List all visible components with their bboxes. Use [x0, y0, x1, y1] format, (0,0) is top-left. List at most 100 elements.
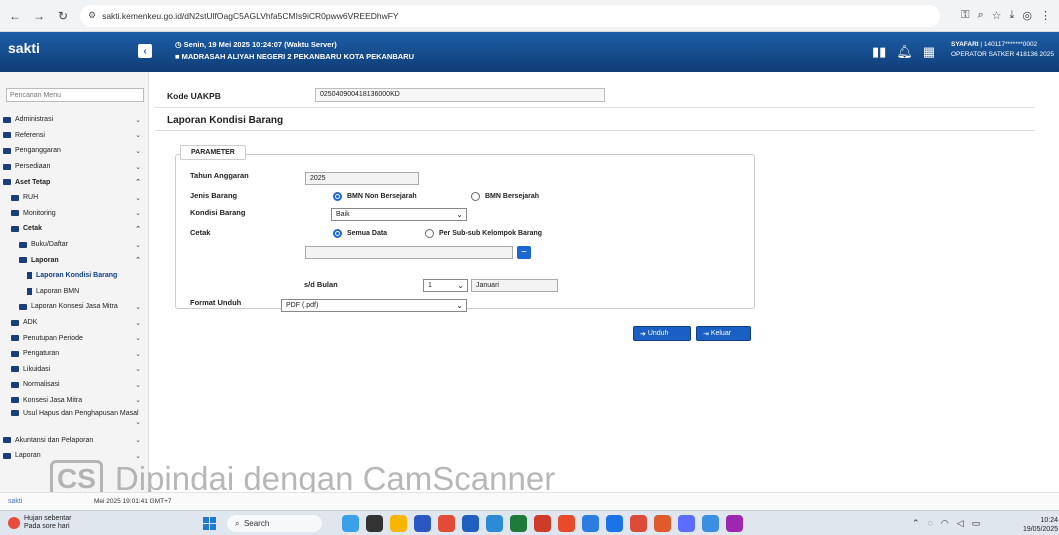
sidebar-item-label: Laporan	[15, 452, 41, 460]
system-tray: ⌃ ◌ ◠ ◁ ▭	[912, 518, 980, 529]
tray-chevron-icon[interactable]: ⌃	[912, 518, 920, 529]
folder-icon	[11, 210, 19, 217]
password-key-icon[interactable]: ⚿	[961, 9, 969, 22]
taskbar-app-icon[interactable]	[654, 515, 671, 532]
sidebar-item-label: Persediaan	[15, 163, 51, 171]
taskbar-app-icon[interactable]	[534, 515, 551, 532]
taskbar-app-icon[interactable]	[726, 515, 743, 532]
notification-bell-icon[interactable]: 🔔︎	[896, 44, 913, 60]
taskbar-app-icon[interactable]	[486, 515, 503, 532]
taskbar-app-icon[interactable]	[462, 515, 479, 532]
sidebar-collapse-button[interactable]: ‹	[138, 44, 152, 58]
sidebar-item[interactable]: Laporan BMN	[0, 284, 149, 300]
taskbar-app-icon[interactable]	[414, 515, 431, 532]
sidebar-item[interactable]: Usul Hapus dan Penghapusan Masal ⌄	[0, 408, 149, 432]
taskbar-app-icon[interactable]	[390, 515, 407, 532]
menu-search-input[interactable]	[6, 88, 144, 102]
chevron-down-icon: ⌄	[135, 303, 141, 311]
taskbar-apps	[342, 515, 743, 532]
download-icon[interactable]: ⤓	[1010, 9, 1015, 22]
chevron-down-icon: ⌄	[135, 319, 141, 327]
taskbar-app-icon[interactable]	[510, 515, 527, 532]
bulan-select[interactable]: 1 ⌄	[423, 279, 468, 292]
taskbar-app-icon[interactable]	[630, 515, 647, 532]
sidebar-item[interactable]: Konsesi Jasa Mitra ⌄	[0, 393, 149, 409]
taskbar-app-icon[interactable]	[606, 515, 623, 532]
kelompok-barang-field[interactable]	[305, 246, 513, 259]
taskbar-app-icon[interactable]	[558, 515, 575, 532]
keluar-button[interactable]: ⇥ Keluar	[696, 326, 751, 341]
sidebar-item[interactable]: Administrasi ⌄	[0, 112, 149, 128]
sidebar-item[interactable]: Persediaan ⌄	[0, 159, 149, 175]
sidebar-item[interactable]: Buku/Daftar ⌄	[0, 237, 149, 253]
sidebar-item-label: Aset Tetap	[15, 178, 51, 186]
user-info[interactable]: SYAFARI | 140117*******0002 OPERATOR SAT…	[951, 40, 1054, 60]
taskbar-app-icon[interactable]	[678, 515, 695, 532]
wifi-icon[interactable]: ◠	[941, 518, 949, 529]
taskbar-app-icon[interactable]	[366, 515, 383, 532]
sidebar-item[interactable]: Laporan ⌃	[0, 252, 149, 268]
sidebar-item-label: Usul Hapus dan Penghapusan Masal	[23, 410, 139, 418]
remove-kelompok-button[interactable]: −	[517, 246, 531, 259]
taskbar-clock[interactable]: 10:24 19/05/2025	[1010, 516, 1058, 534]
chevron-down-icon: ⌄	[135, 419, 141, 427]
book-icon[interactable]: ▮▮	[872, 44, 886, 60]
chevron-down-icon: ⌄	[135, 147, 141, 155]
kode-uakpb-label: Kode UAKPB	[167, 91, 221, 101]
sidebar-item[interactable]: Penutupan Periode ⌄	[0, 330, 149, 346]
sidebar-item[interactable]: Referensi ⌄	[0, 128, 149, 144]
taskbar-app-icon[interactable]	[438, 515, 455, 532]
chevron-down-icon: ⌄	[135, 132, 141, 140]
profile-icon[interactable]: ◎	[1022, 9, 1032, 22]
sidebar-item[interactable]: Monitoring ⌄	[0, 206, 149, 222]
grid-apps-icon[interactable]: ▦	[923, 44, 935, 60]
radio-per-sub-kelompok[interactable]: Per Sub-sub Kelompok Barang	[425, 229, 542, 238]
radio-bmn-bersejarah[interactable]: BMN Bersejarah	[471, 192, 539, 201]
sidebar-item[interactable]: Pengaturan ⌄	[0, 346, 149, 362]
site-settings-icon[interactable]: ⚙	[88, 10, 96, 21]
network-icon[interactable]: ◌	[928, 518, 933, 529]
sidebar-item[interactable]: Aset Tetap ⌃	[0, 174, 149, 190]
sidebar-item-label: Monitoring	[23, 209, 56, 217]
sidebar-item[interactable]: RUH ⌄	[0, 190, 149, 206]
sidebar: Administrasi⌄Referensi⌄Penganggaran⌄Pers…	[0, 72, 149, 492]
taskbar-search[interactable]: ⌕ Search	[227, 515, 322, 532]
app-logo[interactable]: sakti	[8, 40, 40, 56]
back-icon[interactable]: ←	[6, 7, 24, 25]
sidebar-item-label: ADK	[23, 319, 38, 327]
sidebar-item[interactable]: Akuntansi dan Pelaporan ⌄	[0, 432, 149, 448]
unduh-button[interactable]: ➔ Unduh	[633, 326, 691, 341]
sidebar-item[interactable]: Laporan Kondisi Barang	[0, 268, 149, 284]
sidebar-item-label: RUH	[23, 194, 39, 202]
folder-icon	[3, 132, 11, 139]
chevron-down-icon: ⌄	[135, 381, 141, 389]
forward-icon[interactable]: →	[30, 7, 48, 25]
format-unduh-select[interactable]: PDF (.pdf) ⌄	[281, 299, 467, 312]
chevron-down-icon: ⌄	[135, 241, 141, 249]
zoom-icon[interactable]: ⌕	[977, 9, 983, 22]
sidebar-item[interactable]: Penganggaran ⌄	[0, 143, 149, 159]
bookmark-star-icon[interactable]: ☆	[992, 9, 1002, 22]
windows-start-icon[interactable]	[203, 517, 216, 530]
sidebar-item-label: Laporan Kondisi Barang	[36, 272, 118, 280]
sidebar-item[interactable]: Cetak ⌃	[0, 221, 149, 237]
address-bar[interactable]: ⚙ sakti.kemenkeu.go.id/dN2stUlfOagC5AGLV…	[80, 4, 940, 27]
radio-semua-data[interactable]: Semua Data	[333, 229, 387, 238]
weather-widget[interactable]: Hujan sebentar Pada sore hari	[8, 515, 71, 531]
kondisi-barang-select[interactable]: Baik ⌄	[331, 208, 467, 221]
volume-icon[interactable]: ◁	[957, 518, 964, 529]
sidebar-item[interactable]: Normalisasi ⌄	[0, 377, 149, 393]
menu-dots-icon[interactable]: ⋮	[1040, 9, 1051, 22]
sidebar-item[interactable]: Likuidasi ⌄	[0, 362, 149, 378]
taskbar-app-icon[interactable]	[342, 515, 359, 532]
sidebar-item[interactable]: ADK ⌄	[0, 315, 149, 331]
bulan-name-field: Januari	[471, 279, 558, 292]
taskbar-app-icon[interactable]	[582, 515, 599, 532]
sidebar-item[interactable]: Laporan Konsesi Jasa Mitra ⌄	[0, 299, 149, 315]
radio-bmn-non-bersejarah[interactable]: BMN Non Bersejarah	[333, 192, 417, 201]
folder-icon	[11, 381, 19, 388]
reload-icon[interactable]: ↻	[54, 7, 72, 25]
doc-icon	[27, 272, 32, 280]
battery-icon[interactable]: ▭	[972, 518, 981, 529]
taskbar-app-icon[interactable]	[702, 515, 719, 532]
